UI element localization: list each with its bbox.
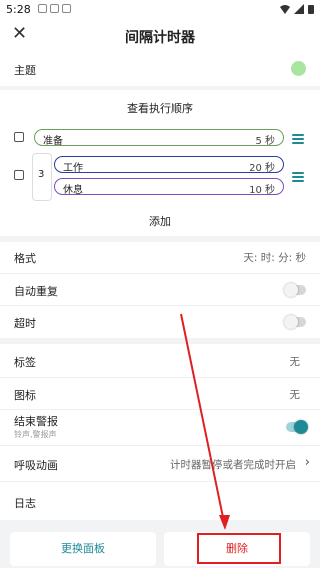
notification-icon xyxy=(38,4,47,13)
format-value: 天: 时: 分: 秒 xyxy=(243,252,306,264)
divider xyxy=(0,481,320,482)
autorepeat-row: 自动重复 xyxy=(0,275,320,305)
settings-card-1: 格式 天: 时: 分: 秒 自动重复 超时 xyxy=(0,242,320,338)
drag-handle-icon[interactable] xyxy=(292,134,304,144)
wifi-icon xyxy=(280,5,290,14)
end-alarm-toggle[interactable] xyxy=(286,420,308,434)
segment-rest-label: 休息 xyxy=(63,185,83,196)
divider xyxy=(0,409,320,410)
tags-value: 无 xyxy=(289,356,301,368)
icon-label: 图标 xyxy=(14,389,36,402)
settings-card-2: 标签 无 图标 无 结束警报 铃声,警报声 呼吸动画 计时器暂停或者完成时开启 … xyxy=(0,344,320,520)
format-row[interactable]: 格式 天: 时: 分: 秒 xyxy=(0,242,320,272)
page-title: 间隔计时器 xyxy=(125,30,195,46)
autorepeat-toggle[interactable] xyxy=(284,283,306,297)
theme-label: 主题 xyxy=(14,64,36,77)
sequence-card: 查看执行顺序 准备 5 秒 3 工作 20 秒 休息 10 秒 添加 xyxy=(0,90,320,236)
repeat-count: 3 xyxy=(38,169,45,180)
segment-prepare[interactable]: 准备 5 秒 xyxy=(34,129,284,147)
notification-icon-3 xyxy=(62,4,71,13)
switch-panel-button[interactable]: 更换面板 xyxy=(10,532,156,566)
overtime-row: 超时 xyxy=(0,307,320,337)
log-label: 日志 xyxy=(14,497,36,510)
theme-row[interactable]: 主题 xyxy=(0,52,320,86)
segment-prepare-label: 准备 xyxy=(43,136,63,147)
add-button[interactable]: 添加 xyxy=(0,213,320,229)
overtime-label: 超时 xyxy=(14,317,36,330)
breathing-value: 计时器暂停或者完成时开启 xyxy=(170,459,296,471)
checkbox-group[interactable] xyxy=(14,170,24,180)
notification-icon-2 xyxy=(50,4,59,13)
segment-prepare-duration: 5 秒 xyxy=(255,136,275,147)
status-right xyxy=(280,4,314,14)
divider xyxy=(0,445,320,446)
theme-color-swatch[interactable] xyxy=(291,61,306,76)
checkbox-prepare[interactable] xyxy=(14,132,24,142)
tags-label: 标签 xyxy=(14,356,36,369)
segment-work[interactable]: 工作 20 秒 xyxy=(54,156,284,174)
battery-icon xyxy=(308,5,314,14)
overtime-toggle[interactable] xyxy=(284,315,306,329)
view-order-button[interactable]: 查看执行顺序 xyxy=(0,100,320,116)
signal-icon xyxy=(294,4,304,14)
breathing-label: 呼吸动画 xyxy=(14,459,58,472)
segment-work-label: 工作 xyxy=(63,163,83,174)
divider xyxy=(0,377,320,378)
format-label: 格式 xyxy=(14,252,36,265)
segment-rest[interactable]: 休息 10 秒 xyxy=(54,178,284,196)
end-alarm-label: 结束警报 xyxy=(14,415,58,428)
end-alarm-sublabel: 铃声,警报声 xyxy=(14,430,57,439)
status-time: 5:28 xyxy=(6,3,31,16)
delete-button[interactable]: 删除 xyxy=(164,532,310,566)
chevron-right-icon: › xyxy=(304,455,310,470)
icon-row[interactable]: 图标 无 xyxy=(0,379,320,409)
divider xyxy=(0,305,320,306)
repeat-count-box[interactable]: 3 xyxy=(32,153,52,201)
divider xyxy=(0,273,320,274)
segment-work-duration: 20 秒 xyxy=(249,163,275,174)
end-alarm-row[interactable]: 结束警报 铃声,警报声 xyxy=(0,411,320,443)
drag-handle-icon-group[interactable] xyxy=(292,172,304,182)
autorepeat-label: 自动重复 xyxy=(14,285,58,298)
breathing-row[interactable]: 呼吸动画 计时器暂停或者完成时开启 › xyxy=(0,449,320,479)
icon-value: 无 xyxy=(289,389,301,401)
tags-row[interactable]: 标签 无 xyxy=(0,346,320,376)
segment-rest-duration: 10 秒 xyxy=(249,185,275,196)
status-bar: 5:28 xyxy=(0,0,320,18)
log-row[interactable]: 日志 xyxy=(0,487,320,517)
app-bar: ✕ 间隔计时器 xyxy=(0,18,320,52)
